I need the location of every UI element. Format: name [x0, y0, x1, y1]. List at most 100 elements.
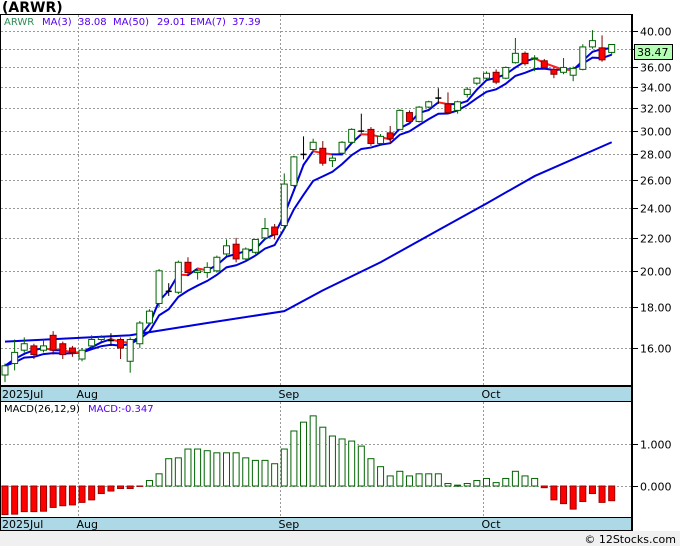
x-axis-label: Oct [482, 388, 502, 401]
macd-bar [570, 486, 576, 509]
macd-bar [41, 486, 47, 511]
candle-body [551, 69, 557, 74]
candle-body [233, 244, 239, 259]
macd-bar [464, 483, 470, 486]
macd-bar [493, 483, 499, 486]
price-tick-label: 28.00 [640, 149, 672, 162]
candle-body [31, 346, 37, 355]
candle-body [493, 72, 499, 82]
price-panel [1, 15, 632, 386]
x-axis-label: Aug [77, 518, 98, 531]
candle-body [137, 323, 143, 344]
legend-symbol: ARWR [4, 17, 34, 28]
stock-chart: (ARWR) ARWR MA(3) 38.08 MA(50) 29.01 EMA… [0, 0, 680, 546]
candle-body [455, 102, 461, 111]
macd-bar [426, 474, 432, 486]
candle-body [281, 184, 287, 225]
macd-bar [301, 422, 307, 486]
last-price-label: 38.47 [637, 46, 669, 59]
x-axis-label: Sep [279, 518, 300, 531]
macd-bar [89, 486, 95, 500]
candle-body [195, 271, 201, 273]
candle-body [387, 133, 393, 139]
macd-bar [21, 486, 27, 512]
candle-body [570, 68, 576, 75]
macd-bar [368, 459, 374, 486]
macd-bar [166, 459, 172, 486]
macd-bar [50, 486, 56, 507]
macd-bar [204, 451, 210, 486]
price-tick-label: 36.00 [640, 62, 672, 75]
macd-bar [156, 474, 162, 486]
price-tick-label: 26.00 [640, 175, 672, 188]
candle-body [561, 67, 567, 72]
price-tick-label: 20.00 [640, 266, 672, 279]
candle-body [339, 142, 345, 153]
macd-bar [60, 486, 66, 506]
macd-bar [541, 486, 547, 488]
macd-legend-value: MACD:-0.347 [88, 404, 154, 415]
candle-body [609, 44, 615, 52]
candle-body [41, 346, 47, 350]
macd-bar [599, 486, 605, 502]
candle-body [243, 249, 249, 259]
macd-bar [406, 476, 412, 486]
candle-body [329, 158, 335, 161]
x-axis-label: 2025Jul [2, 388, 43, 401]
legend-ema7-label: EMA(7) [190, 17, 226, 28]
candle-body [214, 257, 220, 271]
candle-body [50, 335, 56, 350]
chart-title: (ARWR) [2, 0, 63, 16]
macd-bar [445, 483, 451, 486]
candle-body [79, 350, 85, 359]
macd-legend-label: MACD(26,12,9) [4, 404, 80, 415]
macd-bar [185, 449, 191, 486]
macd-tick-label: 0.000 [640, 481, 672, 494]
x-axis-label: 2025Jul [2, 518, 43, 531]
macd-bar [358, 446, 364, 486]
macd-bar [31, 486, 37, 512]
macd-bar [320, 427, 326, 486]
macd-bar [416, 474, 422, 486]
macd-bar [522, 476, 528, 486]
candle-body [512, 53, 518, 62]
candle-body [484, 73, 490, 78]
macd-bar [435, 474, 441, 486]
price-tick-label: 22.00 [640, 233, 672, 246]
macd-bar [455, 485, 461, 486]
macd-bar [12, 486, 18, 514]
candle-body [416, 107, 422, 121]
macd-bar [512, 471, 518, 486]
macd-bar [397, 471, 403, 486]
price-tick-label: 32.00 [640, 103, 672, 116]
macd-bar [98, 486, 104, 494]
candle-body [426, 102, 432, 107]
macd-bar [214, 453, 220, 486]
candle-body [252, 239, 258, 252]
candle-body [474, 78, 480, 83]
candle-body [89, 339, 95, 345]
x-axis-label: Aug [77, 388, 98, 401]
legend-ema7-value: 37.39 [232, 17, 261, 28]
candle-body [69, 348, 75, 352]
legend-ma50-label: MA(50) [113, 17, 149, 28]
macd-bar [262, 460, 268, 486]
macd-bar [272, 464, 278, 486]
macd-bar [243, 458, 249, 486]
candle-body [310, 142, 316, 149]
candle-body [98, 337, 104, 339]
legend-ma3-value: 38.08 [78, 17, 107, 28]
macd-bar [291, 431, 297, 486]
candle-body [464, 89, 470, 94]
candle-body [522, 53, 528, 63]
candle-body [541, 61, 547, 68]
macd-bar [281, 449, 287, 486]
candle-body [175, 262, 181, 292]
candle-body [397, 110, 403, 129]
macd-bar [474, 481, 480, 486]
candle-body [406, 113, 412, 122]
legend-ma50-value: 29.01 [157, 17, 186, 28]
macd-tick-label: 1.000 [640, 439, 672, 452]
macd-bar [532, 478, 538, 486]
price-tick-label: 16.00 [640, 343, 672, 356]
